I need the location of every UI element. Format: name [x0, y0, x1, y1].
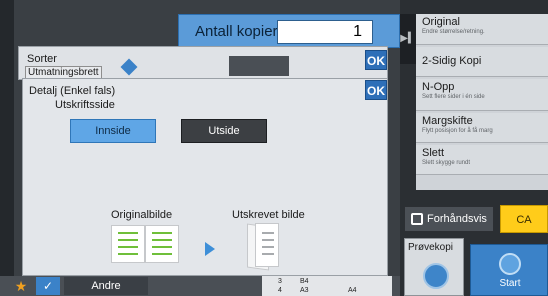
page-line: [118, 246, 138, 248]
tray-row1-size: B4: [300, 278, 309, 285]
bottom-bar: ★ ✓ Andre 3 B4 4 A3 A4: [0, 276, 400, 296]
page-line: [118, 239, 138, 241]
right-panel-item-original[interactable]: Original Endre størrelse/retning.: [416, 14, 548, 45]
preview-icon: [411, 213, 423, 225]
sorter-title: Sorter: [27, 53, 57, 65]
original-image-label: Originalbilde: [111, 209, 173, 221]
clear-all-button[interactable]: CA: [500, 205, 548, 233]
preview-button[interactable]: Forhåndsvis: [404, 206, 494, 232]
tray-row2-size: A3: [300, 287, 309, 294]
right-panel-item-title: 2-Sidig Kopi: [422, 55, 482, 67]
copies-input[interactable]: 1: [277, 20, 373, 44]
play-pause-icon: ▶▍: [400, 33, 416, 44]
right-panel-item-duplex[interactable]: 2-Sidig Kopi: [416, 47, 548, 77]
tray-arrow-icon: [120, 58, 138, 76]
right-panel-item-subtitle: Sett flere sider i én side: [422, 94, 485, 100]
original-page-left: [111, 225, 145, 263]
page-line: [262, 246, 274, 248]
right-panel-item-title: N-Opp: [422, 81, 455, 93]
page-line: [152, 239, 172, 241]
output-image-label: Utskrevet bilde: [232, 209, 305, 221]
fold-detail-title: Detalj (Enkel fals): [29, 85, 116, 97]
left-strip: [0, 0, 14, 296]
right-panel-item-subtitle: Flytt posisjon for å få marg: [422, 128, 493, 134]
right-panel: Original Endre størrelse/retning. 2-Sidi…: [416, 14, 548, 190]
outside-option-button[interactable]: Utside: [181, 119, 267, 143]
right-panel-item-title: Margskifte: [422, 115, 473, 127]
inside-option-button[interactable]: Innside: [70, 119, 156, 143]
finisher-image: [229, 56, 289, 76]
right-panel-item-erase[interactable]: Slett Slett skygge rundt: [416, 145, 548, 175]
page-line: [262, 239, 274, 241]
fold-detail-ok-button[interactable]: OK: [365, 80, 387, 100]
page-line: [152, 232, 172, 234]
fold-detail-dialog: Detalj (Enkel fals) Utskriftsside Innsid…: [22, 78, 388, 276]
print-side-label: Utskriftsside: [55, 99, 115, 111]
page-line: [118, 232, 138, 234]
right-panel-item-margin-shift[interactable]: Margskifte Flytt posisjon for å få marg: [416, 113, 548, 143]
right-panel-item-title: Slett: [422, 147, 445, 159]
output-page-front: [255, 223, 279, 267]
other-button[interactable]: Andre: [64, 277, 148, 295]
sorter-dialog: Sorter Utmatningsbrett: [18, 46, 388, 80]
tray-row1-num: 3: [278, 278, 282, 285]
start-button[interactable]: Start: [470, 244, 548, 296]
right-panel-item-n-up[interactable]: N-Opp Sett flere sider i én side: [416, 79, 548, 111]
paper-tray-info: 3 B4 4 A3 A4: [262, 276, 392, 296]
tray-row2-num: 4: [278, 287, 282, 294]
page-line: [262, 232, 274, 234]
copies-label: Antall kopier: [195, 23, 278, 40]
sorter-ok-button[interactable]: OK: [365, 50, 387, 70]
right-panel-item-subtitle: Slett skygge rundt: [422, 160, 471, 166]
preview-label: Forhåndsvis: [427, 213, 487, 225]
proof-copy-button[interactable]: Prøvekopi: [404, 238, 464, 296]
arrow-right-icon: [205, 242, 215, 256]
panel-toggle-button[interactable]: ▶▍: [400, 14, 416, 64]
page-line: [262, 253, 274, 255]
checkmark-icon[interactable]: ✓: [36, 277, 60, 295]
start-label: Start: [499, 278, 521, 289]
proof-copy-icon: [423, 263, 449, 289]
page-line: [118, 253, 138, 255]
proof-copy-label: Prøvekopi: [408, 242, 454, 253]
page-line: [152, 246, 172, 248]
right-panel-item-title: Original: [422, 16, 460, 28]
favorite-star-icon[interactable]: ★: [10, 277, 32, 295]
right-panel-item-subtitle: Endre størrelse/retning.: [422, 29, 485, 35]
page-line: [152, 253, 172, 255]
tray-size: A4: [348, 287, 357, 294]
copies-bar: Antall kopier 1: [178, 14, 400, 48]
original-page-right: [145, 225, 179, 263]
start-icon: [499, 253, 521, 275]
